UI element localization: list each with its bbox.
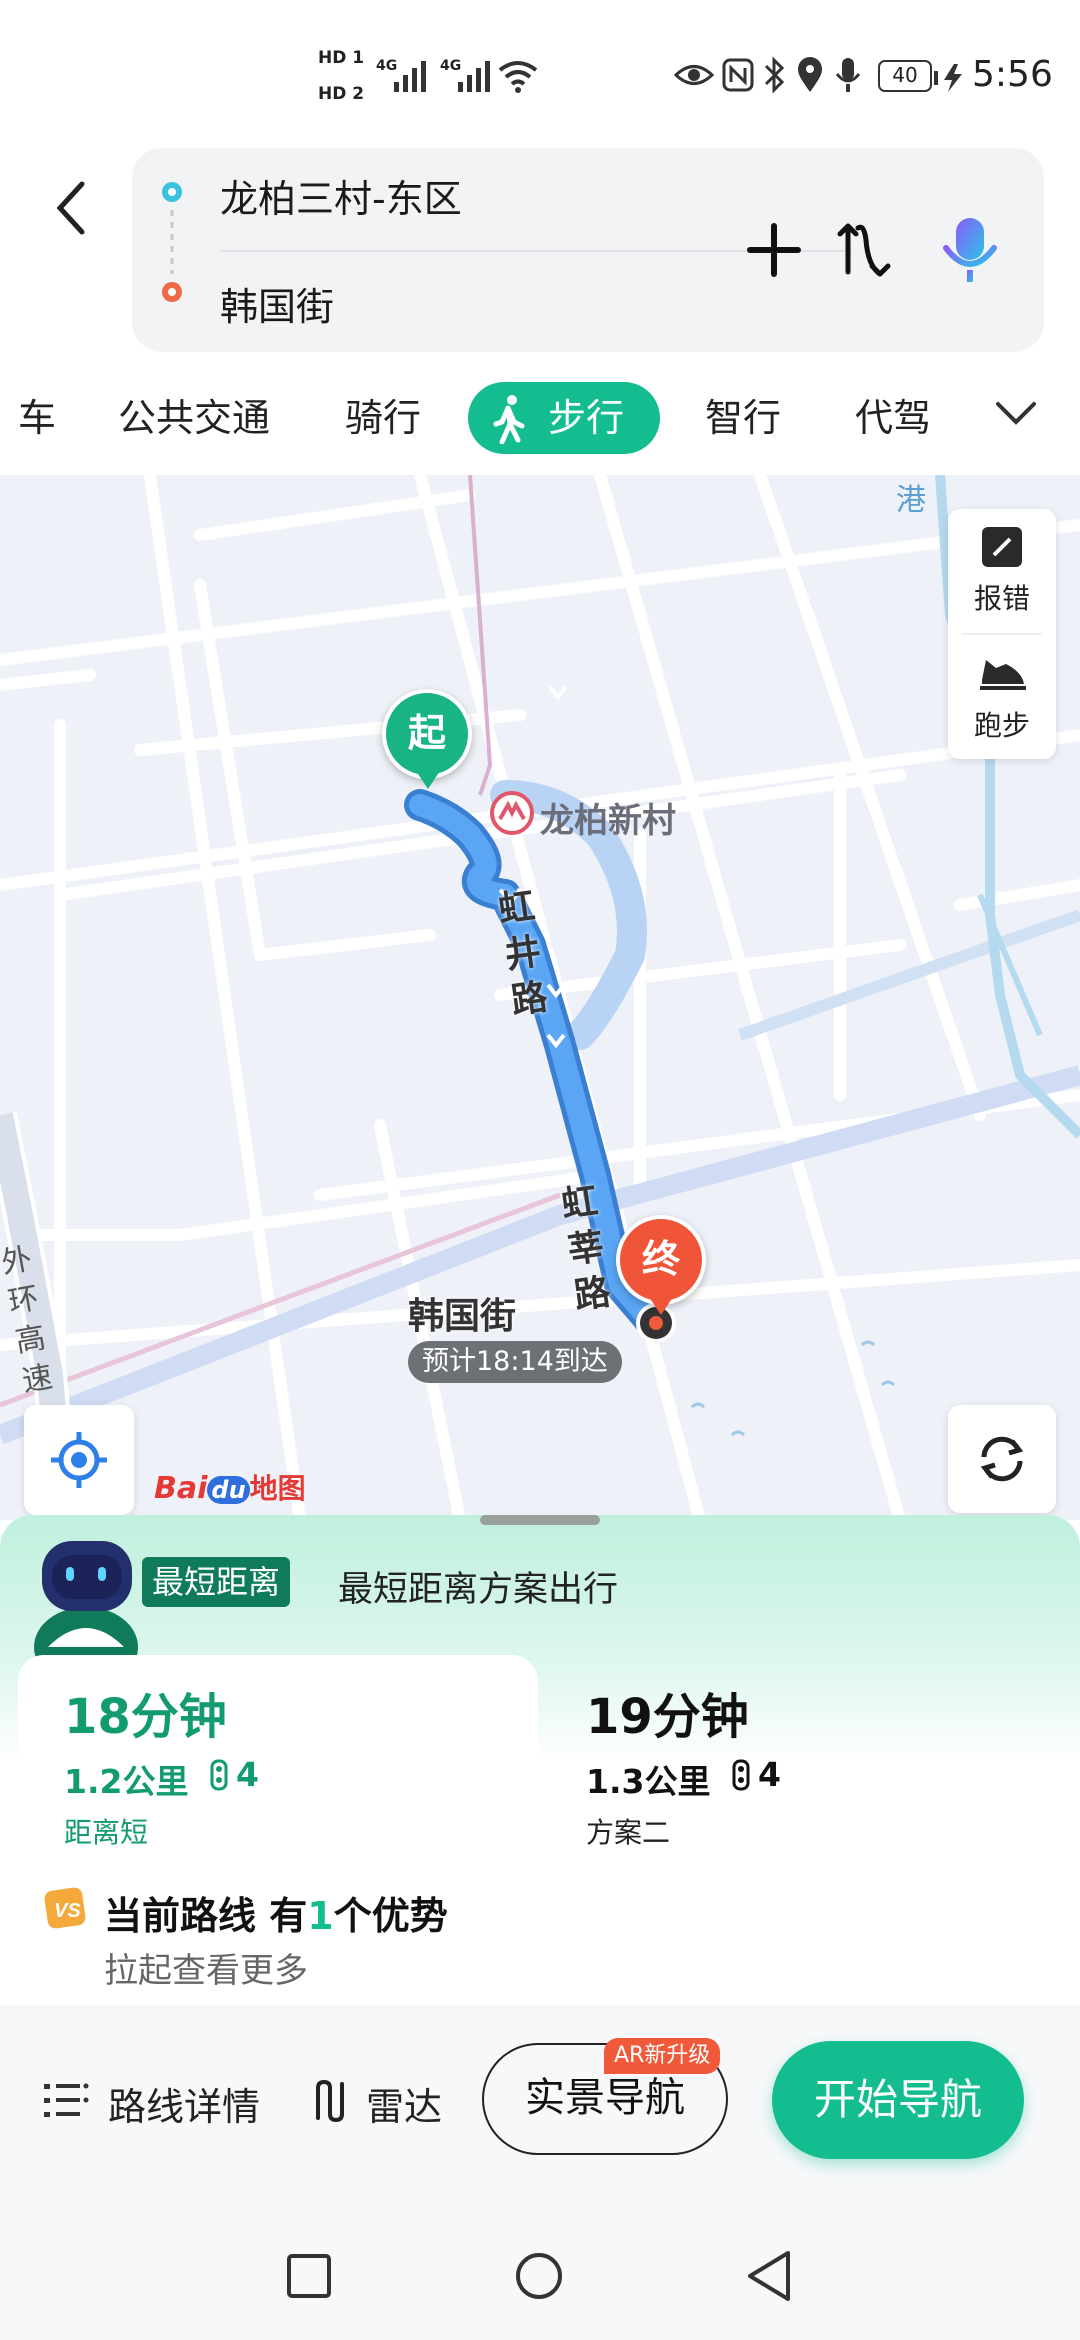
origin-field[interactable]: 龙柏三村-东区 xyxy=(220,168,462,223)
robot-mascot-icon xyxy=(34,1541,138,1659)
shoe-icon xyxy=(980,660,1026,690)
route-input-box: 龙柏三村-东区 韩国街 xyxy=(132,148,1044,352)
route-option-1[interactable]: 18分钟 1.2公里 4 距离短 xyxy=(18,1655,538,1855)
map-tools: 报错 跑步 xyxy=(948,509,1056,759)
chevron-down-icon[interactable] xyxy=(994,398,1038,430)
route-header: 龙柏三村-东区 韩国街 xyxy=(0,140,1080,360)
option1-time: 18分钟 xyxy=(64,1689,227,1745)
tab-walking-label: 步行 xyxy=(548,396,625,440)
option1-note: 距离短 xyxy=(64,1816,149,1849)
recents-icon[interactable] xyxy=(286,2253,332,2299)
battery-level: 40 xyxy=(878,60,932,92)
svg-text:VS: VS xyxy=(54,1900,81,1922)
traffic-light-icon xyxy=(210,1759,228,1791)
start-navigation-label: 开始导航 xyxy=(813,2075,982,2124)
route-details-label: 路线详情 xyxy=(108,2085,261,2129)
option2-time: 19分钟 xyxy=(586,1689,749,1745)
add-waypoint-icon[interactable] xyxy=(746,222,802,278)
action-bar: 路线详情 雷达 实景导航 AR新升级 开始导航 xyxy=(0,2005,1080,2185)
strategy-tagline: 最短距离方案出行 xyxy=(338,1570,619,1610)
advantage-prefix: 当前路线 有 xyxy=(104,1894,308,1938)
start-marker-tail xyxy=(416,771,440,789)
shortest-badge: 最短距离 xyxy=(142,1557,291,1607)
vs-icon: VS xyxy=(44,1887,86,1929)
baidu-logo: Bai du 地图 xyxy=(154,1467,306,1507)
tab-cycling[interactable]: 骑行 xyxy=(345,382,421,454)
option2-distance: 1.3公里 xyxy=(586,1762,711,1801)
swap-icon[interactable] xyxy=(836,220,892,280)
locate-button[interactable] xyxy=(24,1405,134,1515)
radar-icon xyxy=(316,2079,344,2123)
advantage-suffix: 个优势 xyxy=(333,1894,448,1938)
list-icon xyxy=(44,2083,89,2117)
destination-field[interactable]: 韩国街 xyxy=(220,276,334,331)
metro-icon xyxy=(490,791,534,835)
tab-car[interactable]: 车 xyxy=(18,382,56,454)
eye-icon xyxy=(674,65,714,85)
option1-distance: 1.2公里 xyxy=(64,1762,189,1801)
option2-lights: 4 xyxy=(758,1755,781,1794)
option2-note: 方案二 xyxy=(586,1816,671,1849)
status-bar: HD 1 HD 2 4G 4G 40 5:56 xyxy=(0,0,1080,140)
voice-input-icon[interactable] xyxy=(940,214,1000,286)
start-marker[interactable]: 起 xyxy=(382,689,472,779)
logo-du-text: du xyxy=(207,1476,250,1504)
tab-designated-driver[interactable]: 代驾 xyxy=(855,382,931,454)
drag-handle[interactable] xyxy=(480,1515,600,1525)
sim2-label: HD 2 xyxy=(318,84,365,104)
map-view[interactable]: 起 龙柏新村 虹井路 虹莘路 外环高速 港 终 韩国街 预计18:14到达 报错… xyxy=(0,475,1080,1520)
edit-icon xyxy=(982,527,1022,567)
ar-navigation-label: 实景导航 xyxy=(525,2075,685,2121)
locate-icon xyxy=(51,1432,107,1488)
walk-icon xyxy=(493,395,525,444)
route-option-2[interactable]: 19分钟 1.3公里 4 方案二 xyxy=(540,1655,1060,1855)
advantage-hint: 拉起查看更多 xyxy=(104,1951,308,1991)
home-icon[interactable] xyxy=(514,2251,564,2301)
logo-bai-text: Bai xyxy=(154,1471,208,1506)
start-navigation-button[interactable]: 开始导航 xyxy=(772,2041,1024,2159)
advantage-count: 1 xyxy=(307,1894,334,1938)
report-error-label: 报错 xyxy=(973,582,1030,615)
tab-walking[interactable]: 步行 xyxy=(468,382,660,454)
option1-lights: 4 xyxy=(236,1755,259,1794)
destination-map-label: 韩国街 xyxy=(408,1296,517,1337)
microphone-status-icon xyxy=(835,58,861,92)
refresh-icon xyxy=(980,1436,1024,1482)
charging-icon xyxy=(934,64,962,92)
water-label: 港 xyxy=(896,483,926,518)
signal-icon xyxy=(458,61,490,92)
location-icon xyxy=(798,57,822,92)
back-nav-icon[interactable] xyxy=(744,2249,794,2303)
refresh-button[interactable] xyxy=(948,1405,1056,1513)
wifi-icon xyxy=(498,61,538,93)
back-icon[interactable] xyxy=(52,178,92,238)
ar-upgrade-badge: AR新升级 xyxy=(604,2038,721,2074)
nfc-icon xyxy=(722,58,754,92)
report-error-button[interactable]: 报错 xyxy=(948,509,1056,634)
metro-station-label: 龙柏新村 xyxy=(540,801,676,841)
route-options-panel: 最短距离 最短距离方案出行 18分钟 1.2公里 4 距离短 19分钟 1.3公… xyxy=(0,1515,1080,2005)
system-nav-bar xyxy=(0,2185,1080,2340)
end-marker[interactable]: 终 xyxy=(616,1215,706,1305)
radar-label: 雷达 xyxy=(366,2085,443,2129)
eta-label: 预计18:14到达 xyxy=(408,1341,622,1383)
travel-mode-tabs: 车 公共交通 骑行 步行 智行 代驾 xyxy=(0,360,1080,475)
sim1-label: HD 1 xyxy=(318,48,365,68)
end-marker-tail xyxy=(649,1297,673,1315)
advantage-title[interactable]: 当前路线 有1个优势 xyxy=(104,1885,448,1940)
clock: 5:56 xyxy=(972,54,1053,95)
running-label: 跑步 xyxy=(973,709,1030,742)
tab-transit[interactable]: 公共交通 xyxy=(118,382,270,454)
bluetooth-icon xyxy=(764,56,785,94)
logo-map-text: 地图 xyxy=(249,1472,306,1505)
signal-icon xyxy=(394,61,426,92)
running-button[interactable]: 跑步 xyxy=(948,634,1056,759)
tab-smart[interactable]: 智行 xyxy=(705,382,781,454)
traffic-light-icon xyxy=(732,1759,750,1791)
route-dots-icon xyxy=(162,182,182,302)
